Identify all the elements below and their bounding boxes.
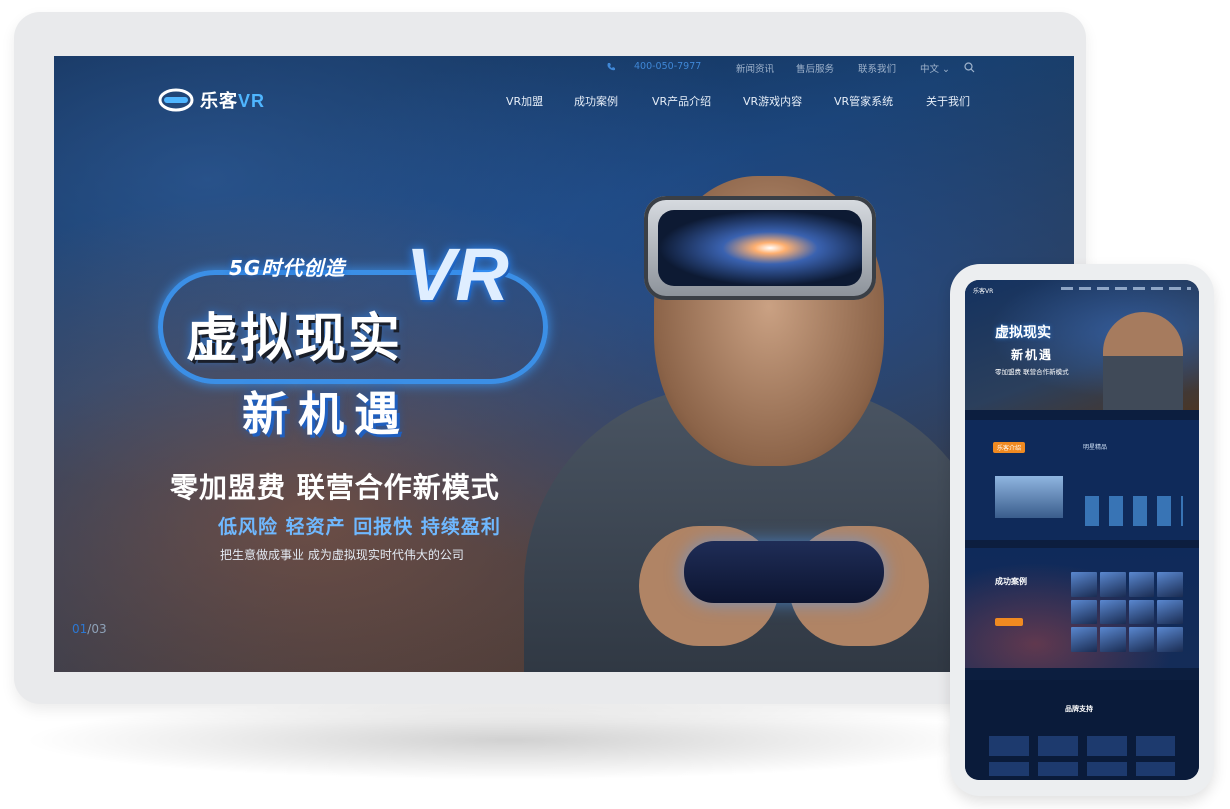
monitor-frame: 400-050-7977 新闻资讯 售后服务 联系我们 中文 ⌄ 乐客VR VR… xyxy=(14,12,1086,704)
language-select[interactable]: 中文 ⌄ xyxy=(920,61,950,75)
top-link-service[interactable]: 售后服务 xyxy=(796,61,834,75)
mobile-cases-grid xyxy=(1071,572,1183,652)
top-link-news[interactable]: 新闻资讯 xyxy=(736,61,774,75)
search-icon[interactable] xyxy=(964,62,975,73)
phone-number[interactable]: 400-050-7977 xyxy=(634,61,701,72)
mobile-support-cards xyxy=(989,736,1175,756)
mobile-hero-line: 零加盟费 联营合作新模式 xyxy=(995,368,1069,376)
mobile-about-image xyxy=(995,476,1063,518)
mobile-nav xyxy=(1061,287,1191,290)
mobile-hero-title: 虚拟现实 xyxy=(995,325,1051,341)
top-utility-bar: 400-050-7977 新闻资讯 售后服务 联系我们 中文 ⌄ xyxy=(54,56,1074,80)
site-logo[interactable]: 乐客VR xyxy=(158,86,265,114)
logo-mark-icon xyxy=(158,88,194,112)
phone-frame: 乐客VR 虚拟现实 新机遇 零加盟费 联营合作新模式 乐客介绍 明星精品 成功案… xyxy=(950,264,1214,796)
slide-total: /03 xyxy=(87,622,107,636)
hero-line-3: 把生意做成事业 成为虚拟现实时代伟大的公司 xyxy=(220,548,464,562)
logo-text-cn: 乐客 xyxy=(200,91,238,111)
case-thumb[interactable] xyxy=(1071,572,1097,597)
mobile-about-tag[interactable]: 乐客介绍 xyxy=(993,442,1026,453)
hero-line-1: 零加盟费 联营合作新模式 xyxy=(170,471,500,504)
phone-icon xyxy=(607,63,615,71)
hero-vr-text: VR xyxy=(406,233,509,316)
nav-about[interactable]: 关于我们 xyxy=(926,93,970,109)
case-thumb[interactable] xyxy=(1157,572,1183,597)
mobile-about-stats xyxy=(1085,496,1183,526)
mobile-cases-button[interactable] xyxy=(995,618,1023,626)
device-shadow xyxy=(20,700,1000,780)
case-thumb[interactable] xyxy=(1128,627,1155,652)
case-thumb[interactable] xyxy=(1099,599,1126,625)
nav-franchise[interactable]: VR加盟 xyxy=(506,93,543,109)
nav-games[interactable]: VR游戏内容 xyxy=(743,93,802,109)
nav-cases[interactable]: 成功案例 xyxy=(574,93,618,109)
case-thumb[interactable] xyxy=(1071,627,1097,652)
gamepad-image xyxy=(684,541,884,603)
nav-system[interactable]: VR管家系统 xyxy=(834,93,893,109)
hero-title: 虚拟现实 xyxy=(186,309,403,369)
case-thumb[interactable] xyxy=(1099,572,1126,597)
mobile-hero-person xyxy=(1103,312,1183,410)
case-thumb[interactable] xyxy=(1071,599,1097,625)
hero-title-2: 新机遇 xyxy=(242,387,410,441)
mobile-about-tag-2: 明星精品 xyxy=(1083,444,1108,451)
nav-products[interactable]: VR产品介绍 xyxy=(652,93,711,109)
top-link-contact[interactable]: 联系我们 xyxy=(858,61,896,75)
mobile-cases-title: 成功案例 xyxy=(995,577,1027,586)
hero-tagline: 5G时代创造 xyxy=(229,256,346,280)
slide-current: 01 xyxy=(72,622,88,636)
slide-counter[interactable]: 01/03 xyxy=(72,622,107,636)
case-thumb[interactable] xyxy=(1157,627,1183,652)
logo-text-vr: VR xyxy=(238,91,266,111)
desktop-screen: 400-050-7977 新闻资讯 售后服务 联系我们 中文 ⌄ 乐客VR VR… xyxy=(54,56,1074,672)
hero-line-2: 低风险 轻资产 回报快 持续盈利 xyxy=(218,516,501,538)
case-thumb[interactable] xyxy=(1099,627,1126,652)
case-thumb[interactable] xyxy=(1128,572,1155,597)
mobile-support-cards-2 xyxy=(989,762,1175,776)
mobile-screen: 乐客VR 虚拟现实 新机遇 零加盟费 联营合作新模式 乐客介绍 明星精品 成功案… xyxy=(965,280,1199,780)
mobile-logo[interactable]: 乐客VR xyxy=(973,286,993,295)
case-thumb[interactable] xyxy=(1157,599,1183,625)
mobile-support-title: 品牌支持 xyxy=(1065,705,1093,713)
case-thumb[interactable] xyxy=(1128,599,1155,625)
mobile-hero-title-2: 新机遇 xyxy=(1011,348,1054,362)
vr-headset-image xyxy=(644,196,876,300)
